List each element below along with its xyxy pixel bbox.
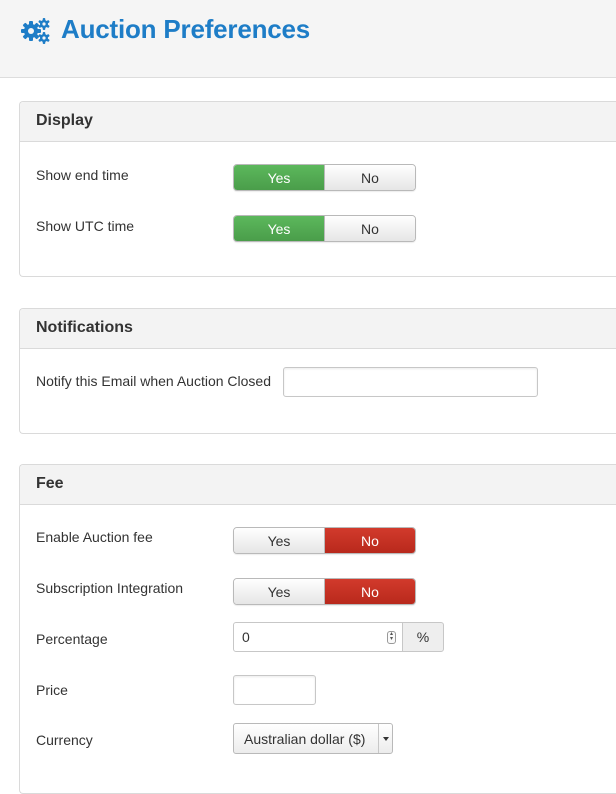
display-panel: Display Show end time Yes No Show UTC ti…: [19, 101, 616, 277]
show-utc-time-toggle: Yes No: [233, 215, 416, 242]
subscription-integration-no-button[interactable]: No: [324, 579, 415, 604]
notify-email-label: Notify this Email when Auction Closed: [36, 373, 271, 389]
price-label: Price: [36, 682, 68, 698]
enable-auction-fee-label: Enable Auction fee: [36, 529, 153, 545]
percentage-label: Percentage: [36, 631, 108, 647]
percent-addon: %: [402, 622, 444, 652]
currency-selected-value: Australian dollar ($): [244, 730, 366, 747]
number-spinner-icon[interactable]: ▴ ▾: [387, 631, 396, 644]
subscription-integration-toggle: Yes No: [233, 578, 416, 605]
subscription-integration-label: Subscription Integration: [36, 580, 184, 596]
currency-label: Currency: [36, 732, 93, 748]
subscription-integration-yes-button[interactable]: Yes: [234, 579, 324, 604]
currency-select[interactable]: Australian dollar ($): [233, 723, 393, 754]
show-end-time-no-button[interactable]: No: [324, 165, 415, 190]
show-end-time-toggle: Yes No: [233, 164, 416, 191]
notifications-panel: Notifications Notify this Email when Auc…: [19, 308, 616, 434]
enable-auction-fee-toggle: Yes No: [233, 527, 416, 554]
notifications-heading: Notifications: [20, 309, 616, 349]
percentage-group: 0 ▴ ▾ %: [233, 622, 444, 652]
show-utc-time-label: Show UTC time: [36, 218, 135, 234]
price-input[interactable]: [233, 675, 316, 705]
percentage-input[interactable]: 0 ▴ ▾: [233, 622, 403, 652]
gears-icon: [20, 16, 52, 46]
fee-panel: Fee Enable Auction fee Yes No Subscripti…: [19, 464, 616, 794]
percentage-value: 0: [242, 629, 250, 645]
show-utc-time-no-button[interactable]: No: [324, 216, 415, 241]
show-utc-time-yes-button[interactable]: Yes: [234, 216, 324, 241]
page-title: Auction Preferences: [61, 14, 311, 44]
fee-heading: Fee: [20, 465, 616, 505]
notify-email-input[interactable]: [283, 367, 538, 397]
display-heading: Display: [20, 102, 616, 142]
show-end-time-label: Show end time: [36, 167, 129, 183]
page-header: Auction Preferences: [0, 0, 616, 78]
show-end-time-yes-button[interactable]: Yes: [234, 165, 324, 190]
dropdown-arrow-icon[interactable]: [378, 724, 392, 753]
enable-auction-fee-no-button[interactable]: No: [324, 528, 415, 553]
enable-auction-fee-yes-button[interactable]: Yes: [234, 528, 324, 553]
